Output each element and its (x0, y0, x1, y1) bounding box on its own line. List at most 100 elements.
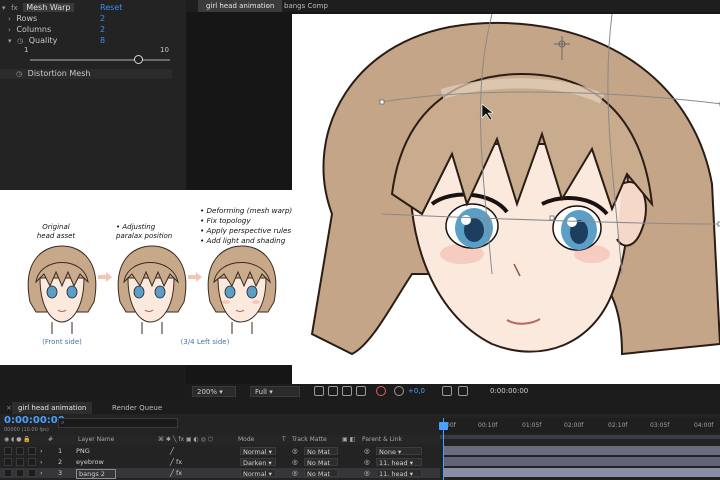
time-ruler[interactable]: 00f 00:10f 01:05f 02:00f 02:10f 03:05f 0… (440, 418, 720, 434)
playhead-handle[interactable] (439, 422, 448, 430)
rows-param: › Rows (8, 14, 37, 24)
layer-bar-eyebrow[interactable] (444, 457, 720, 466)
chevron-right-icon[interactable]: › (8, 15, 11, 23)
mask-visibility-icon[interactable] (342, 386, 352, 396)
track-matte-dropdown[interactable]: No Mat ▾ (304, 469, 338, 480)
grid-guides-icon[interactable] (356, 386, 366, 396)
reset-link[interactable]: Reset (100, 3, 122, 13)
show-snapshot-icon[interactable] (458, 386, 468, 396)
arrow-right-icon (188, 272, 202, 282)
quality-value[interactable]: 8 (100, 36, 105, 46)
col-layer-name[interactable]: Layer Name (78, 435, 114, 445)
mode-dropdown[interactable]: Normal ▾ (240, 447, 276, 456)
mode-dropdown[interactable]: Normal ▾ (240, 469, 276, 478)
layer-name[interactable]: bangs 2 (76, 469, 116, 479)
twirl-down-icon[interactable]: ▾ (2, 4, 6, 12)
eye-icon[interactable] (4, 447, 12, 455)
solo-toggle[interactable] (16, 458, 24, 466)
layer-bar-bangs-2[interactable] (444, 468, 720, 477)
resolution-value: Full (255, 388, 267, 396)
tab-girl-head-animation[interactable]: girl head animation (198, 0, 283, 12)
tab-girl-head-animation-timeline[interactable]: girl head animation (12, 402, 93, 414)
layer-row-bangs-2[interactable]: › 3 bangs 2 ╱ fx Normal ▾ ◎ No Mat ▾ ◎ 1… (0, 468, 440, 480)
lock-toggle[interactable] (28, 458, 36, 466)
col-number: # (48, 436, 54, 443)
parent-dropdown[interactable]: 11. head ▾ (376, 469, 422, 478)
bullet-3: • Apply perspective rules (200, 226, 292, 235)
zoom-dropdown[interactable]: 200% ▾ (192, 386, 236, 397)
tab-bangs-comp[interactable]: bangs Comp (276, 0, 336, 12)
parent-dropdown[interactable]: None ▾ (376, 447, 422, 456)
mode-dropdown[interactable]: Darken ▾ (240, 458, 276, 467)
parent-dropdown[interactable]: 11. head ▾ (376, 458, 422, 467)
frame-rate-display: 00000 (10.00 fps) (4, 427, 49, 433)
quality-switch-icon[interactable]: ╱ fx (170, 457, 182, 467)
current-time-display[interactable]: 0:00:00:00 (4, 415, 65, 426)
color-channel-icon[interactable] (376, 386, 386, 396)
expand-icon[interactable]: › (40, 457, 43, 467)
region-of-interest-icon[interactable] (314, 386, 324, 396)
pick-whip-icon[interactable]: ◎ (364, 457, 370, 467)
viewer-timecode[interactable]: 0:00:00:00 (490, 386, 528, 397)
pick-whip-icon[interactable]: ◎ (364, 468, 370, 478)
pick-whip-icon[interactable]: ◎ (364, 446, 370, 456)
fx-icon[interactable]: fx (11, 4, 18, 12)
matte-icon[interactable]: ◎ (292, 457, 298, 467)
layer-row-eyebrow[interactable]: › 2 eyebrow ╱ fx Darken ▾ ◎ No Mat ▾ ◎ 1… (0, 457, 440, 475)
head-deformed-image (207, 245, 277, 334)
layer-row-png[interactable]: › 1 PNG ╱ Normal ▾ ◎ No Mat ▾ ◎ None ▾ (0, 446, 440, 464)
close-icon[interactable]: × (0, 402, 12, 414)
exposure-value[interactable]: +0,0 (408, 386, 425, 397)
distortion-mesh-label: Distortion Mesh (27, 69, 91, 78)
layer-bar-png[interactable] (444, 446, 720, 455)
tab-render-queue[interactable]: Render Queue (106, 402, 168, 414)
matte-icon[interactable]: ◎ (292, 446, 298, 456)
ruler-tick: 00:10f (478, 422, 498, 429)
bullet-2: • Fix topology (200, 216, 251, 225)
quality-slider[interactable] (30, 55, 170, 64)
stopwatch-icon[interactable]: ◷ (16, 70, 22, 78)
col-track-matte: Track Matte (292, 436, 327, 443)
caption-adjusting-line1: • Adjusting (116, 223, 156, 231)
eye-icon[interactable] (4, 469, 12, 477)
distortion-mesh-row[interactable]: ◷ Distortion Mesh (0, 69, 172, 79)
layer-search-input[interactable]: ⌕ (58, 418, 178, 428)
matte-icon[interactable]: ◎ (292, 468, 298, 478)
quality-label: Quality (28, 36, 58, 45)
effect-name[interactable]: Mesh Warp (23, 3, 74, 12)
work-area-bar[interactable] (440, 435, 720, 439)
exposure-reset-icon[interactable] (394, 386, 404, 396)
lock-toggle[interactable] (28, 447, 36, 455)
quality-switch-icon[interactable]: ╱ (170, 446, 174, 456)
rows-label: Rows (16, 14, 38, 23)
transparency-grid-icon[interactable] (328, 386, 338, 396)
mode-value: Normal (243, 470, 267, 478)
layer-number: 2 (58, 458, 63, 466)
solo-toggle[interactable] (16, 447, 24, 455)
ruler-tick: 02:00f (564, 422, 584, 429)
slider-max: 10 (160, 46, 169, 54)
process-bullets: • Deforming (mesh warp) • Fix topology •… (200, 206, 292, 246)
chevron-right-icon[interactable]: › (8, 26, 11, 34)
solo-toggle[interactable] (16, 469, 24, 477)
matte-value: No Mat (307, 459, 331, 467)
composition-canvas[interactable] (292, 14, 720, 384)
eye-icon[interactable] (4, 458, 12, 466)
layer-name[interactable]: PNG (76, 446, 90, 456)
rows-value[interactable]: 2 (100, 14, 105, 24)
camera-snapshot-icon[interactable] (442, 386, 452, 396)
mesh-warp-row[interactable]: ▾ fx Mesh Warp (2, 3, 74, 13)
expand-icon[interactable]: › (40, 446, 43, 456)
layer-name[interactable]: eyebrow (76, 457, 104, 467)
track-matte-dropdown[interactable]: No Mat ▾ (304, 447, 338, 464)
quality-switch-icon[interactable]: ╱ fx (170, 468, 182, 478)
slider-handle[interactable] (134, 55, 144, 64)
chevron-down-icon[interactable]: ▾ (8, 37, 12, 45)
tab-nav-icon[interactable]: ‹ (266, 0, 269, 12)
expand-icon[interactable]: › (40, 468, 43, 478)
lock-toggle[interactable] (28, 469, 36, 477)
stopwatch-icon[interactable]: ◷ (17, 37, 23, 45)
resolution-dropdown[interactable]: Full ▾ (250, 386, 300, 397)
columns-value[interactable]: 2 (100, 25, 105, 35)
track-matte-dropdown[interactable]: No Mat ▾ (304, 458, 338, 475)
